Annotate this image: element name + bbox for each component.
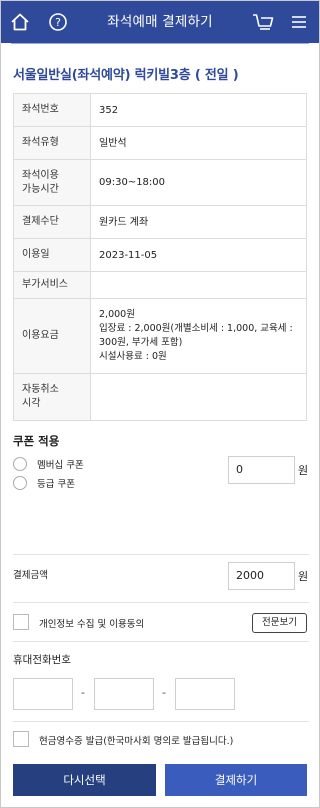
header-bar: ? 좌석예매 결제하기 xyxy=(1,1,319,43)
info-value: 일반석 xyxy=(90,126,307,160)
reservation-info-table: 좌석번호 352 좌석유형 일반석 좌석이용 가능시간 09:30~18:00 … xyxy=(13,93,307,421)
table-row: 결제수단 원카드 계좌 xyxy=(13,205,307,239)
phone-separator: - xyxy=(162,686,166,699)
info-key: 자동취소 시각 xyxy=(13,373,91,421)
cash-receipt-label: 현금영수증 발급(한국마사회 명의로 발급됩니다.) xyxy=(39,736,234,747)
phone-field-2[interactable] xyxy=(94,678,154,710)
divider xyxy=(13,602,309,603)
cash-receipt-checkbox[interactable] xyxy=(13,731,29,747)
phone-field-3[interactable] xyxy=(175,678,235,710)
payment-unit: 원 xyxy=(298,570,309,583)
coupon-title: 쿠폰 적용 xyxy=(13,434,60,448)
info-key: 좌석번호 xyxy=(13,93,91,127)
divider xyxy=(13,721,309,722)
reselect-button[interactable]: 다시선택 xyxy=(13,764,156,796)
info-key: 결제수단 xyxy=(13,205,91,239)
info-key: 좌석이용 가능시간 xyxy=(13,159,91,206)
info-value: 2,000원 입장료 : 2,000원(개별소비세 : 1,000, 교육세 :… xyxy=(90,298,307,374)
info-value: 2023-11-05 xyxy=(90,238,307,272)
info-value xyxy=(90,271,307,299)
info-value xyxy=(90,373,307,421)
info-key: 부가서비스 xyxy=(13,271,91,299)
payment-amount-field: 2000 xyxy=(228,562,295,590)
info-value: 352 xyxy=(90,93,307,127)
menu-icon[interactable] xyxy=(286,9,312,35)
radio-button[interactable] xyxy=(13,476,27,490)
pay-button[interactable]: 결제하기 xyxy=(165,764,307,796)
table-row: 이용일 2023-11-05 xyxy=(13,238,307,272)
coupon-option-label: 멤버십 쿠폰 xyxy=(37,460,84,471)
view-full-terms-button[interactable]: 전문보기 xyxy=(252,613,307,633)
payment-amount-label: 결제금액 xyxy=(13,570,48,581)
table-row: 이용요금 2,000원 입장료 : 2,000원(개별소비세 : 1,000, … xyxy=(13,298,307,374)
info-value: 원카드 계좌 xyxy=(90,205,307,239)
info-key: 이용요금 xyxy=(13,298,91,374)
table-row: 좌석유형 일반석 xyxy=(13,126,307,160)
coupon-amount-field[interactable]: 0 xyxy=(228,456,295,484)
header-divider xyxy=(11,43,309,44)
info-value: 09:30~18:00 xyxy=(90,159,307,206)
table-row: 부가서비스 xyxy=(13,271,307,299)
coupon-option-label: 등급 쿠폰 xyxy=(37,479,75,490)
radio-button[interactable] xyxy=(13,457,27,471)
coupon-unit: 원 xyxy=(298,464,309,477)
phone-field-1[interactable] xyxy=(13,678,73,710)
divider xyxy=(13,641,309,642)
privacy-consent-checkbox[interactable] xyxy=(13,614,29,630)
phone-label: 휴대전화번호 xyxy=(13,654,71,666)
table-row: 자동취소 시각 xyxy=(13,373,307,421)
info-key: 이용일 xyxy=(13,238,91,272)
privacy-consent-label: 개인정보 수집 및 이용동의 xyxy=(39,619,145,630)
venue-title: 서울일반실(좌석예약) 럭키빌3층 ( 전일 ) xyxy=(13,68,239,83)
table-row: 좌석번호 352 xyxy=(13,93,307,127)
divider xyxy=(13,554,309,555)
phone-separator: - xyxy=(81,686,85,699)
app-frame: ? 좌석예매 결제하기 서울일반실(좌석예약) 럭키빌3층 ( 전일 ) 좌석번… xyxy=(0,0,320,808)
info-key: 좌석유형 xyxy=(13,126,91,160)
table-row: 좌석이용 가능시간 09:30~18:00 xyxy=(13,159,307,206)
cart-icon[interactable] xyxy=(250,9,276,35)
